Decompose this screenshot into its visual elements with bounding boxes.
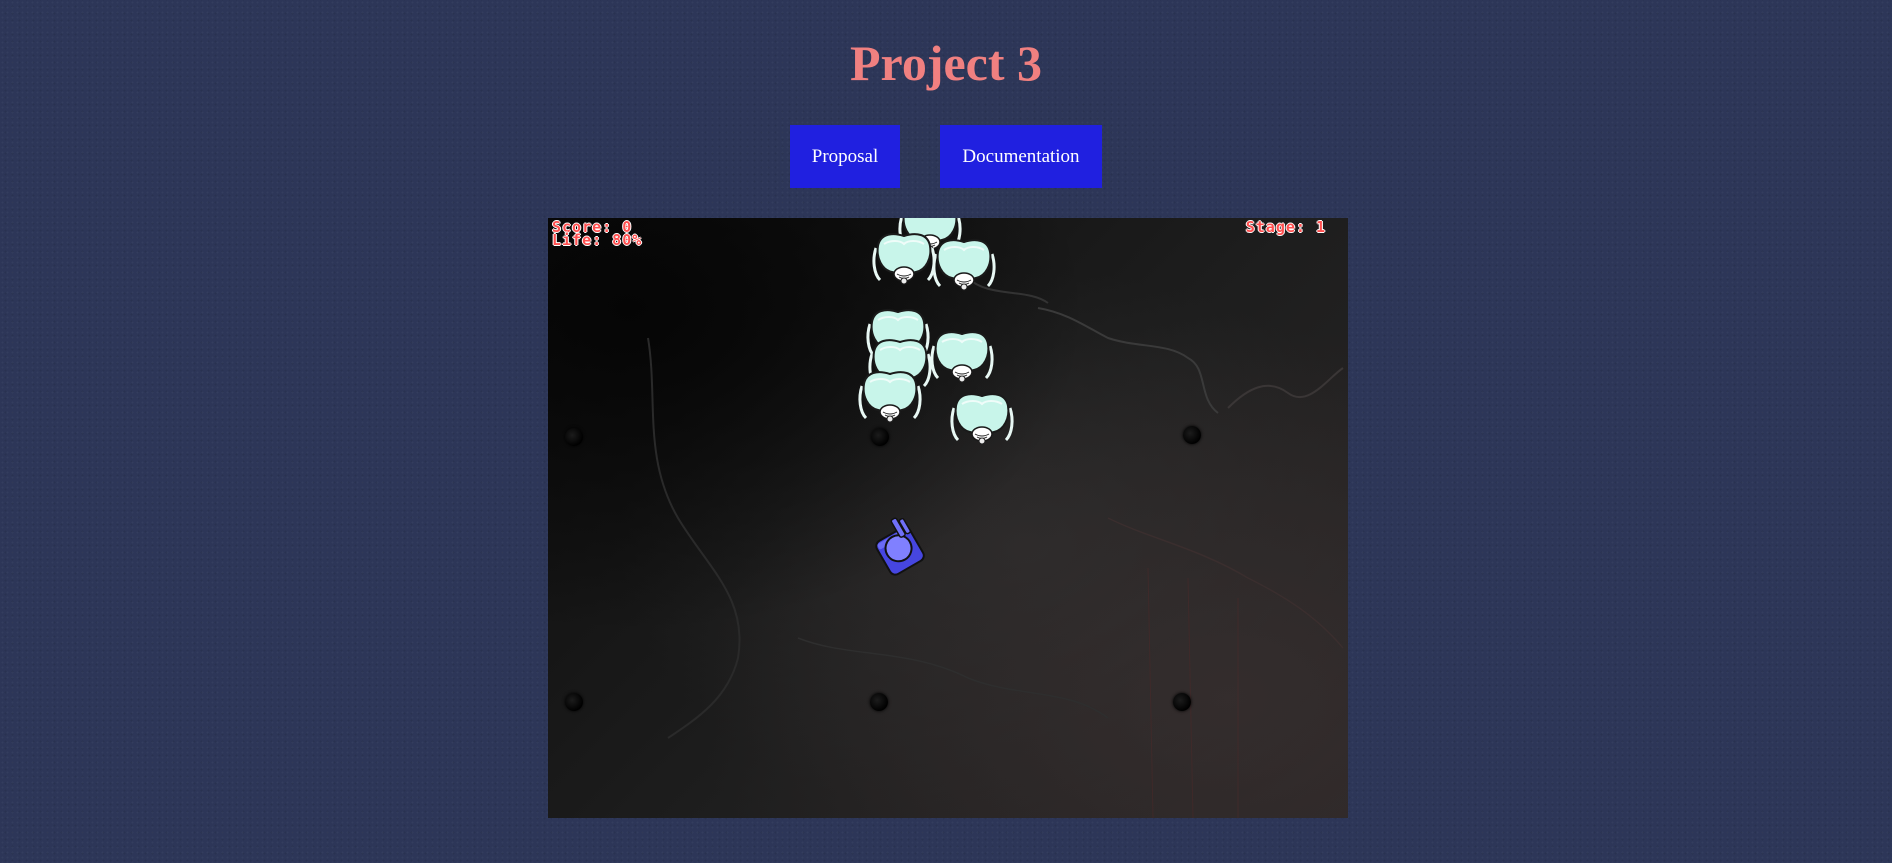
documentation-button[interactable]: Documentation — [940, 125, 1102, 188]
terrain-map — [647, 277, 1344, 818]
crater — [1183, 426, 1201, 444]
alien-bug-icon — [930, 236, 998, 296]
game-canvas[interactable]: Score: 0 Life: 80% Stage: 1 — [548, 218, 1348, 818]
crater — [565, 428, 583, 446]
alien-bug-icon — [870, 230, 938, 290]
nav-bar: Proposal Documentation — [0, 125, 1892, 188]
crater — [871, 428, 889, 446]
proposal-button[interactable]: Proposal — [790, 125, 900, 188]
stage-display: Stage: 1 — [1245, 218, 1326, 236]
alien-bug-icon — [948, 390, 1016, 450]
life-display: Life: 80% — [552, 231, 643, 249]
alien-bug-icon — [856, 368, 924, 428]
crater — [870, 693, 888, 711]
page-title: Project 3 — [849, 35, 1043, 91]
alien-bug-icon — [928, 328, 996, 388]
crater — [565, 693, 583, 711]
crater — [1173, 693, 1191, 711]
tank-icon — [868, 508, 938, 578]
